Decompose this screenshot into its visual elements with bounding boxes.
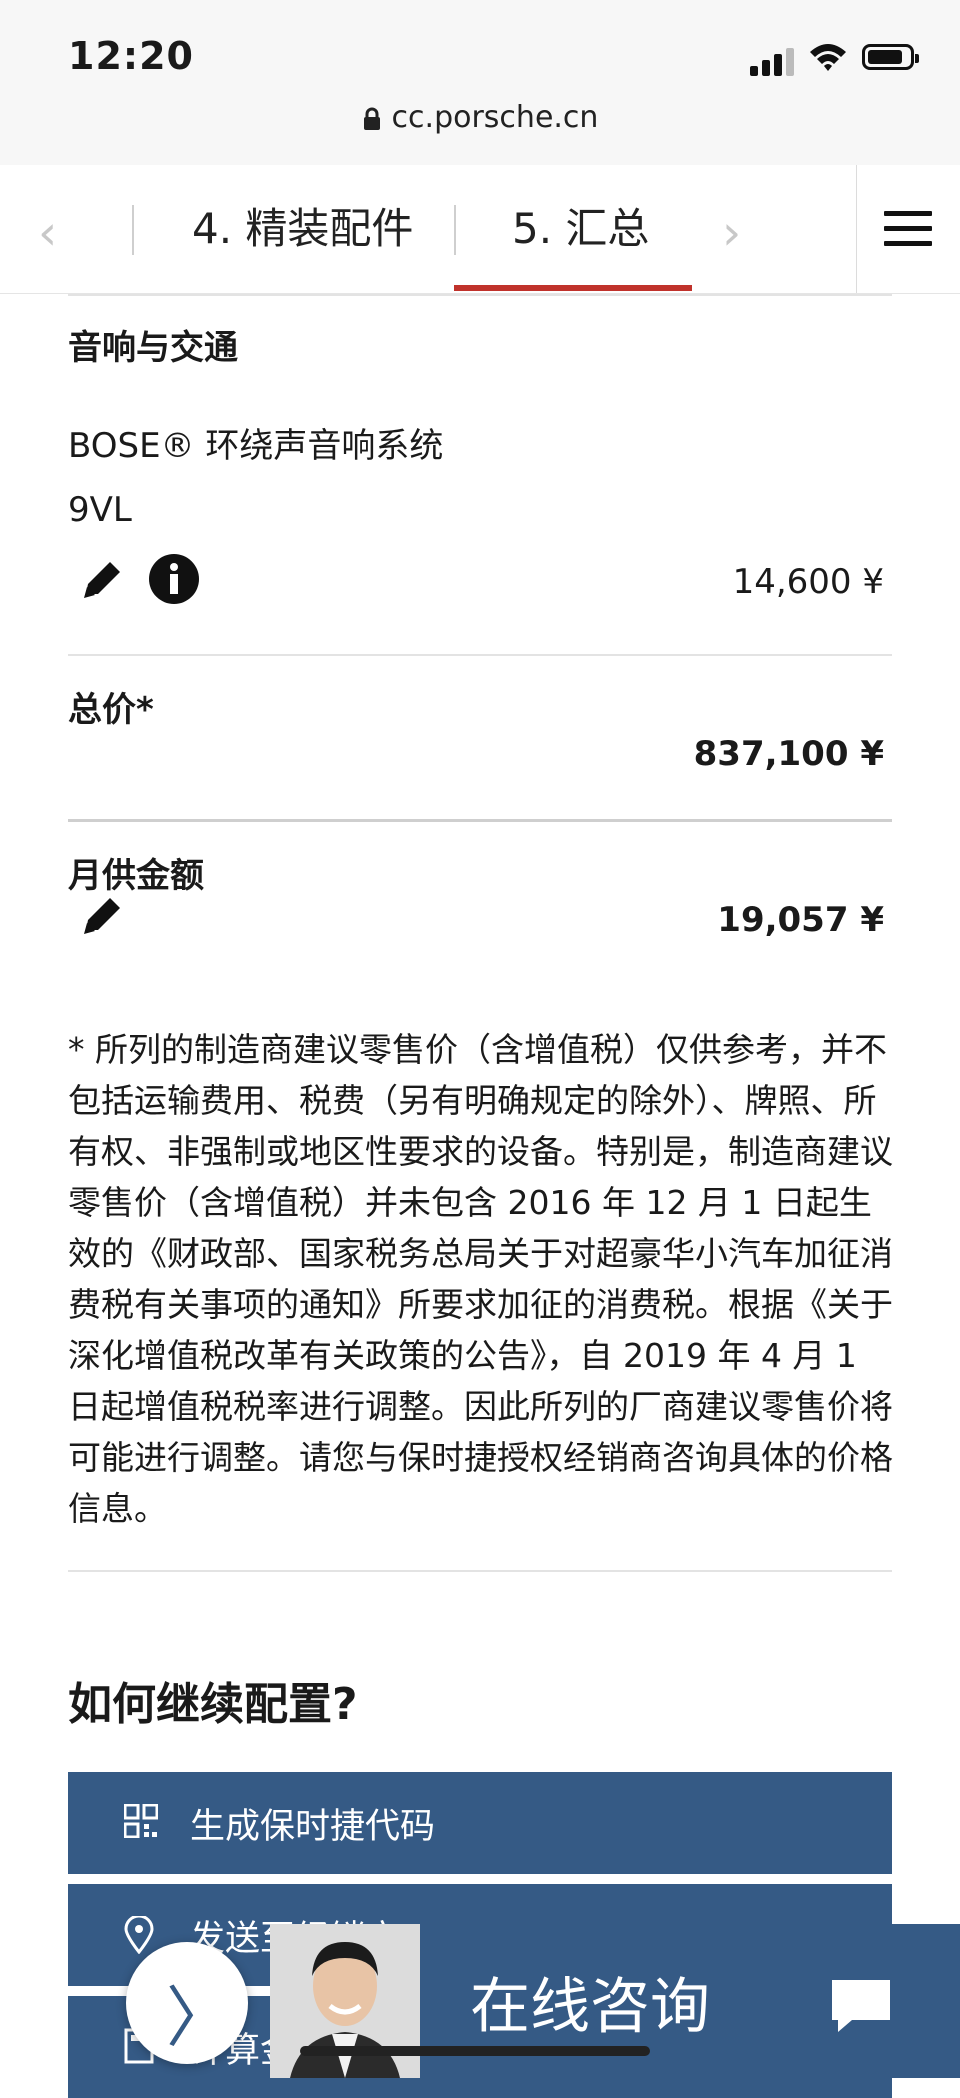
total-price-label: 总价*	[68, 690, 154, 730]
continue-heading: 如何继续配置?	[68, 1679, 358, 1730]
step-4-tab[interactable]: 4. 精装配件	[192, 195, 413, 256]
hamburger-menu-icon[interactable]	[884, 211, 932, 247]
clock: 12:20	[68, 34, 194, 78]
total-price-value: 837,100 ¥	[693, 734, 884, 774]
monthly-payment-value: 19,057 ¥	[717, 900, 884, 940]
chevron-right-icon: 〉	[166, 1979, 232, 2056]
chat-toggle-button[interactable]: 〉	[126, 1942, 248, 2064]
option-price: 14,600 ¥	[732, 562, 884, 602]
address-bar[interactable]: cc.porsche.cn	[0, 100, 960, 135]
chat-bubble-icon	[832, 1980, 890, 2032]
pencil-icon[interactable]	[80, 892, 126, 938]
chevron-right-icon[interactable]: ›	[722, 205, 741, 261]
generate-porsche-code-button[interactable]: 生成保时捷代码	[68, 1772, 892, 1874]
active-step-indicator	[454, 285, 692, 291]
divider	[132, 205, 134, 255]
step-5-tab[interactable]: 5. 汇总	[512, 195, 649, 256]
divider	[68, 819, 892, 822]
home-indicator[interactable]	[300, 2046, 650, 2056]
step-navigation: ‹ 4. 精装配件 5. 汇总 ›	[0, 165, 960, 294]
chevron-left-icon[interactable]: ‹	[38, 205, 57, 261]
cellular-signal-icon	[750, 46, 796, 76]
battery-icon	[862, 44, 919, 70]
button-label: 生成保时捷代码	[190, 1807, 436, 1847]
chat-label: 在线咨询	[470, 1972, 710, 2042]
option-name: BOSE® 环绕声音响系统	[68, 426, 444, 466]
divider	[68, 294, 892, 296]
divider	[68, 1570, 892, 1572]
option-code: 9VL	[68, 490, 132, 530]
url-text: cc.porsche.cn	[391, 100, 599, 135]
location-pin-icon	[124, 1916, 154, 1954]
monthly-payment-label: 月供金额	[68, 856, 204, 896]
lock-icon	[363, 107, 380, 130]
section-heading: 音响与交通	[68, 328, 238, 368]
divider	[68, 654, 892, 656]
price-disclaimer: * 所列的制造商建议零售价（含增值税）仅供参考，并不包括运输费用、税费（另有明确…	[68, 1030, 893, 1528]
info-icon[interactable]	[148, 553, 200, 605]
divider	[454, 205, 456, 255]
pencil-icon[interactable]	[80, 556, 126, 602]
status-bar: 12:20 cc.porsche.cn	[0, 0, 960, 166]
qr-code-icon	[124, 1804, 158, 1838]
wifi-icon	[810, 44, 846, 71]
divider	[856, 165, 857, 293]
